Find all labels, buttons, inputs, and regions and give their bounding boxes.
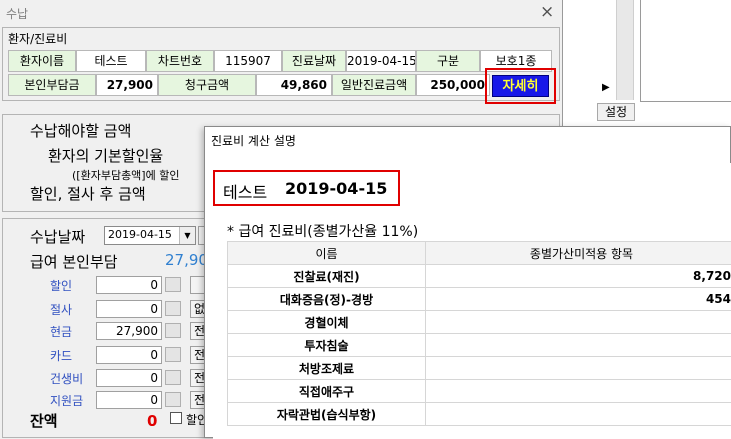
patient-name-label: 환자이름	[8, 50, 76, 72]
visit-date-label: 진료날짜	[282, 50, 346, 72]
table-row[interactable]: 처방조제료	[228, 357, 731, 380]
discount-rate-label: 환자의 기본할인율	[48, 145, 163, 166]
table-row[interactable]: 대화증음(정)-경방 454	[228, 288, 731, 311]
table-row[interactable]: 자락관법(습식부항)	[228, 403, 731, 426]
row-name: 처방조제료	[228, 357, 426, 380]
cash-input[interactable]: 27,900	[96, 322, 162, 340]
living-expense-button[interactable]	[165, 370, 181, 385]
balance-label: 잔액	[30, 410, 58, 431]
row-value	[426, 403, 731, 426]
settings-button[interactable]: 설정	[597, 103, 635, 121]
row-value: 8,720	[426, 265, 731, 288]
column-header-name: 이름	[228, 242, 426, 265]
subsidy-label: 지원금	[50, 392, 83, 409]
patient-group-label: 환자/진료비	[8, 30, 67, 47]
row-name: 경혈이체	[228, 311, 426, 334]
dialog-date: 2019-04-15	[285, 179, 387, 198]
subsidy-button[interactable]	[165, 392, 181, 407]
general-amount-value: 250,000	[416, 74, 490, 96]
rounding-input[interactable]: 0	[96, 300, 162, 318]
fee-explanation-dialog: 진료비 계산 설명 테스트 2019-04-15 * 급여 진료비(종별가산율 …	[204, 126, 731, 438]
detail-button[interactable]: 자세히	[492, 75, 549, 97]
discount-input[interactable]: 0	[96, 276, 162, 294]
background-scrollbar[interactable]	[616, 0, 634, 100]
self-pay-label: 본인부담금	[8, 74, 96, 96]
column-header-item: 종별가산미적용 항목	[426, 242, 731, 265]
row-name: 진찰료(재진)	[228, 265, 426, 288]
discount-button[interactable]	[165, 277, 181, 292]
patient-name-value: 테스트	[76, 50, 146, 72]
benefit-self-pay-value: 27,90	[165, 251, 208, 269]
scroll-right-icon[interactable]: ▶	[602, 82, 610, 93]
table-header-row: 이름 종별가산미적용 항목	[228, 242, 731, 265]
dialog-patient-name: 테스트	[223, 179, 267, 203]
row-value	[426, 311, 731, 334]
cash-label: 현금	[50, 323, 72, 340]
benefit-self-pay-label: 급여 본인부담	[30, 251, 118, 272]
cash-button[interactable]	[165, 323, 181, 338]
close-icon[interactable]: ×	[540, 2, 554, 22]
background-list-border	[640, 0, 731, 102]
row-name: 투자침술	[228, 334, 426, 357]
discount-label: 할인	[50, 277, 72, 294]
table-row[interactable]: 진찰료(재진) 8,720	[228, 265, 731, 288]
after-discount-label: 할인, 절사 후 금액	[30, 183, 146, 204]
claim-amount-value: 49,860	[256, 74, 332, 96]
row-name: 자락관법(습식부항)	[228, 403, 426, 426]
row-value	[426, 334, 731, 357]
claim-amount-label: 청구금액	[158, 74, 256, 96]
row-value: 454	[426, 288, 731, 311]
dialog-content: 테스트 2019-04-15 * 급여 진료비(종별가산율 11%) 이름 종별…	[213, 163, 731, 439]
section-title: * 급여 진료비(종별가산율 11%)	[227, 221, 418, 241]
visit-date-value: 2019-04-15	[346, 50, 416, 72]
subsidy-input[interactable]: 0	[96, 391, 162, 409]
payable-amount-label: 수납해야할 금액	[30, 120, 131, 141]
living-expense-label: 건생비	[50, 370, 83, 387]
general-amount-label: 일반진료금액	[332, 74, 416, 96]
payment-date-label: 수납날짜	[30, 226, 85, 247]
payment-date-picker[interactable]: 2019-04-15 ▼	[104, 226, 196, 245]
table-row[interactable]: 직접애주구	[228, 380, 731, 403]
dialog-title: 진료비 계산 설명	[211, 132, 296, 149]
rounding-label: 절사	[50, 301, 72, 318]
row-value	[426, 357, 731, 380]
card-input[interactable]: 0	[96, 346, 162, 364]
table-row[interactable]: 투자침술	[228, 334, 731, 357]
row-value	[426, 380, 731, 403]
living-expense-input[interactable]: 0	[96, 369, 162, 387]
card-label: 카드	[50, 347, 72, 364]
chart-number-value: 115907	[214, 50, 282, 72]
chart-number-label: 차트번호	[146, 50, 214, 72]
chevron-down-icon[interactable]: ▼	[179, 227, 195, 244]
window-title: 수납	[6, 5, 28, 22]
row-name: 직접애주구	[228, 380, 426, 403]
type-label: 구분	[416, 50, 480, 72]
payment-date-value: 2019-04-15	[108, 228, 172, 241]
card-button[interactable]	[165, 347, 181, 362]
fee-detail-table: 이름 종별가산미적용 항목 진찰료(재진) 8,720 대화증음(정)-경방 4…	[227, 241, 731, 426]
balance-value: 0	[147, 412, 157, 430]
rounding-button[interactable]	[165, 301, 181, 316]
row-name: 대화증음(정)-경방	[228, 288, 426, 311]
discount-note: ([환자부담총액]에 할인	[72, 167, 179, 183]
table-row[interactable]: 경혈이체	[228, 311, 731, 334]
discount-checkbox[interactable]	[170, 412, 182, 424]
self-pay-value: 27,900	[96, 74, 158, 96]
